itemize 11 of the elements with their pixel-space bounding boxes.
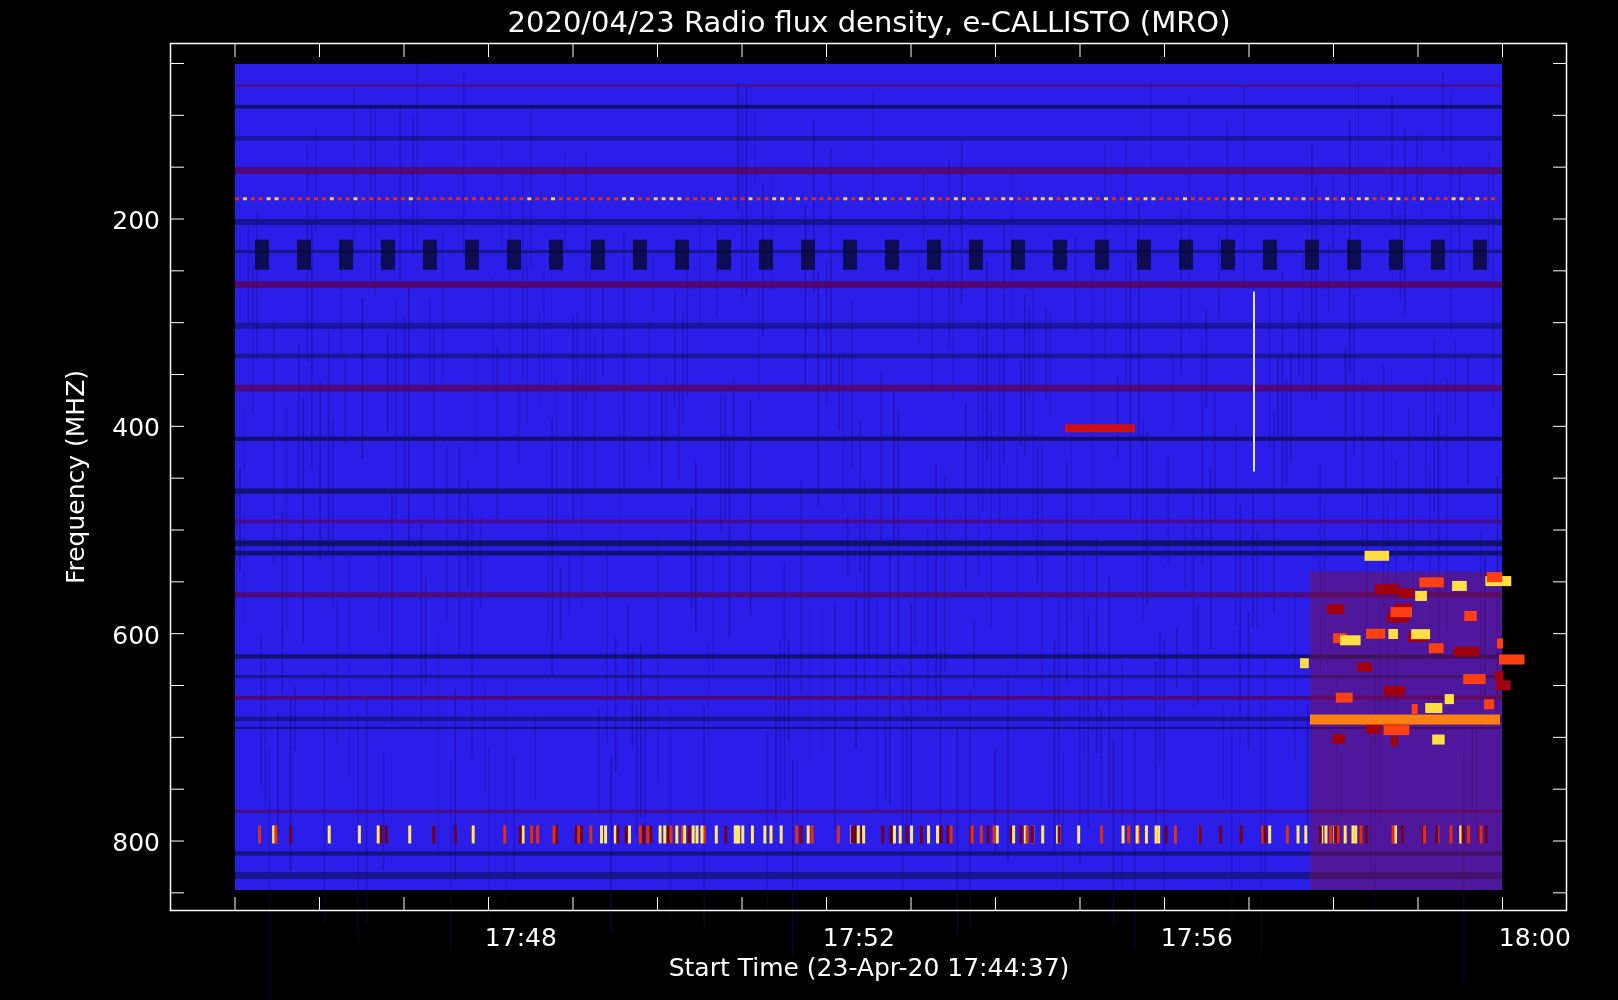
y-axis-label: Frequency (MHZ)	[61, 369, 90, 585]
x-tick-label: 18:00	[1498, 923, 1571, 952]
y-tick-label: 600	[112, 620, 160, 650]
y-tick-label: 800	[112, 828, 160, 857]
x-tick-label: 17:52	[822, 923, 895, 952]
x-tick-label: 17:56	[1160, 923, 1233, 952]
x-axis-label: Start Time (23-Apr-20 17:44:37)	[668, 953, 1070, 982]
chart-title: 2020/04/23 Radio flux density, e-CALLISTO (MRO)	[507, 5, 1231, 39]
y-tick-label: 400	[112, 413, 160, 443]
y-tick-label: 200	[112, 206, 160, 235]
x-tick-label: 17:48	[484, 923, 557, 952]
